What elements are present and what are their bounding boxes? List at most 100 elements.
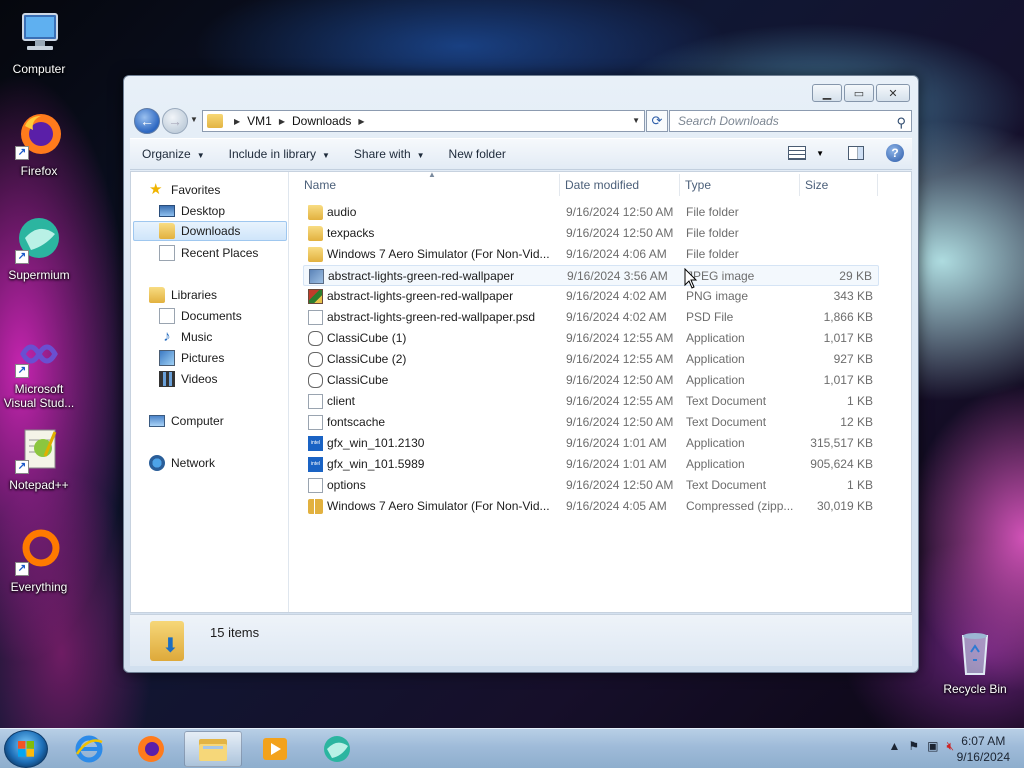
nav-item-computer[interactable]: Computer [149,411,224,431]
desktop-icon-label: Notepad++ [9,478,69,492]
column-type[interactable]: Type [685,178,711,192]
show-hidden-icons-icon[interactable]: ▲ [888,739,900,754]
computer-icon [149,415,165,427]
file-name: fontscache [327,415,386,429]
file-date-modified: 9/16/2024 12:50 AM [566,478,674,492]
clock-time: 6:07 AM [961,734,1006,748]
doc-icon [308,310,323,325]
column-divider[interactable] [679,174,680,196]
file-row[interactable]: fontscache 9/16/2024 12:50 AM Text Documen… [303,412,879,433]
nav-item-videos[interactable]: Videos [159,369,217,389]
file-type: Compressed (zipp... [686,499,794,513]
column-divider[interactable] [877,174,878,196]
file-date-modified: 9/16/2024 1:01 AM [566,436,667,450]
refresh-button[interactable]: ⟳ [646,110,668,132]
breadcrumb-chevron-icon[interactable]: ▶ [234,117,240,126]
clock[interactable]: 6:07 AM 9/16/2024 [957,733,1010,765]
search-input[interactable]: Search Downloads ⚲ [669,110,912,132]
view-dropdown-icon[interactable]: ▼ [816,149,824,158]
minimize-button[interactable]: ▁ [812,84,842,102]
file-row[interactable]: ClassiCube (1) 9/16/2024 12:55 AM Applicat… [303,328,879,349]
nav-item-favorites[interactable]: ★ Favorites [149,180,220,200]
share-with-button[interactable]: Share with ▼ [342,142,437,166]
caption-buttons: ▁ ▭ ✕ [812,84,910,102]
file-type: File folder [686,247,739,261]
nav-item-pictures[interactable]: Pictures [159,348,224,368]
taskbar-supermium[interactable] [308,731,366,767]
nav-item-downloads[interactable]: Downloads [133,221,287,241]
shortcut-arrow-icon: ↗ [15,364,29,378]
maximize-button[interactable]: ▭ [844,84,874,102]
file-row[interactable]: abstract-lights-green-red-wallpaper 9/16/… [303,265,879,286]
column-divider[interactable] [799,174,800,196]
file-row[interactable]: intel gfx_win_101.5989 9/16/2024 1:01 AM Ap… [303,454,879,475]
shortcut-arrow-icon: ↗ [15,250,29,264]
nav-item-recent-places[interactable]: Recent Places [159,243,258,263]
address-bar[interactable]: ▶ VM1 ▶ Downloads ▶ ▼ [202,110,645,132]
file-row[interactable]: client 9/16/2024 12:55 AM Text Document 1 K… [303,391,879,412]
desktop-icon-visual-studio[interactable]: ↗ Microsoft Visual Stud... [1,330,77,410]
file-row[interactable]: options 9/16/2024 12:50 AM Text Document 1 … [303,475,879,496]
breadcrumb-chevron-icon[interactable]: ▶ [279,117,285,126]
file-row[interactable]: abstract-lights-green-red-wallpaper.psd 9… [303,307,879,328]
nav-label: Downloads [181,224,241,238]
breadcrumb-downloads[interactable]: Downloads [292,114,351,128]
file-row[interactable]: Windows 7 Aero Simulator (For Non-Vid...… [303,244,879,265]
app-icon [308,331,323,346]
file-row[interactable]: Windows 7 Aero Simulator (For Non-Vid...… [303,496,879,517]
file-type: File folder [686,226,739,240]
breadcrumb-vm1[interactable]: VM1 [247,114,272,128]
column-size[interactable]: Size [805,178,828,192]
videos-icon [159,371,175,387]
breadcrumb-chevron-icon[interactable]: ▶ [358,117,364,126]
nav-item-music[interactable]: ♪ Music [159,327,212,347]
volume-muted-icon[interactable]: 🔇︎ [946,739,954,754]
action-center-flag-icon[interactable]: ⚑ [908,739,919,754]
chevron-down-icon: ▼ [196,151,205,160]
nav-item-network[interactable]: Network [149,453,215,473]
desktop-icon-firefox[interactable]: ↗ Firefox [1,112,77,178]
mouse-cursor-icon [684,268,698,289]
file-row[interactable]: texpacks 9/16/2024 12:50 AM File folder [303,223,879,244]
doc-icon [308,415,323,430]
forward-button[interactable]: → [162,108,188,134]
nav-item-documents[interactable]: Documents [159,306,242,326]
file-row[interactable]: audio 9/16/2024 12:50 AM File folder [303,202,879,223]
taskbar-firefox[interactable] [122,731,180,767]
nav-item-libraries[interactable]: Libraries [149,285,217,305]
column-date-modified[interactable]: Date modified [565,178,639,192]
nav-label: Network [171,456,216,470]
file-row[interactable]: ClassiCube 9/16/2024 12:50 AM Application 1… [303,370,879,391]
column-name[interactable]: Name [304,178,336,192]
desktop-icon-everything[interactable]: ↗ Everything [1,528,77,594]
back-button[interactable]: ← [134,108,160,134]
navigation-row: ← → ▼ ▶ VM1 ▶ Downloads ▶ ▼ ⟳ Search Dow… [132,107,912,135]
start-button[interactable] [4,730,48,768]
organize-button[interactable]: Organize ▼ [130,142,217,166]
include-in-library-button[interactable]: Include in library ▼ [217,142,342,166]
file-row[interactable]: abstract-lights-green-red-wallpaper 9/16/… [303,286,879,307]
file-name: audio [327,205,357,219]
nav-item-desktop[interactable]: Desktop [159,201,225,221]
search-icon[interactable]: ⚲ [896,113,906,133]
file-date-modified: 9/16/2024 12:55 AM [566,352,674,366]
preview-pane-icon[interactable] [848,146,864,160]
desktop-icon-computer[interactable]: Computer [1,10,77,76]
desktop-icon-recycle-bin[interactable]: Recycle Bin [937,630,1013,696]
file-size: 905,624 KB [810,457,873,471]
help-icon[interactable]: ? [886,144,904,162]
file-row[interactable]: intel gfx_win_101.2130 9/16/2024 1:01 AM Ap… [303,433,879,454]
network-status-icon[interactable]: ▣ [927,739,938,754]
file-row[interactable]: ClassiCube (2) 9/16/2024 12:55 AM Applicat… [303,349,879,370]
desktop-icon-supermium[interactable]: ↗ Supermium [1,216,77,282]
column-divider[interactable] [559,174,560,196]
desktop-icon-notepadpp[interactable]: ↗ Notepad++ [1,426,77,492]
close-button[interactable]: ✕ [876,84,910,102]
address-dropdown-icon[interactable]: ▼ [632,116,640,125]
change-view-icon[interactable] [788,146,807,160]
taskbar-media-player[interactable] [246,731,304,767]
recent-pages-dropdown[interactable]: ▼ [190,115,198,124]
taskbar-windows-explorer[interactable] [184,731,242,767]
taskbar-internet-explorer[interactable] [60,731,118,767]
new-folder-button[interactable]: New folder [437,142,518,166]
